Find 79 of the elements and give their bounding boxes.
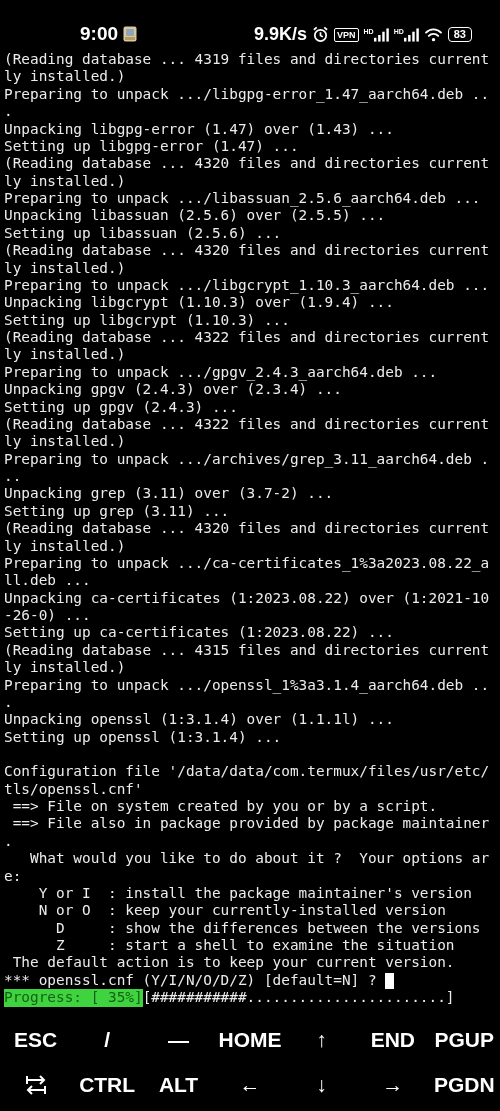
terminal-line: Setting up openssl (1:3.1.4) ... [4,728,283,746]
terminal-line: ly installed.) [4,172,127,190]
terminal-line: . [4,832,14,851]
terminal-line: Unpacking libgpg-error (1.47) over (1.43) ... [4,120,395,138]
terminal-line: Preparing to unpack .../archives/grep_3.11_aarch64.deb . [4,450,491,468]
extra-key[interactable]: END [357,1017,429,1062]
terminal-line: Unpacking ca-certificates (1:2023.08.22) over (1:2021-10 [4,589,491,607]
extra-key[interactable]: / [71,1017,143,1062]
terminal-line: ly installed.) [4,346,127,364]
extra-key[interactable]: ESC [0,1017,72,1062]
extra-key[interactable]: HOME [214,1017,286,1062]
terminal-line: (Reading database ... 4320 files and directories current [4,242,491,260]
terminal-line: Unpacking openssl (1:3.1.4) over (1.1.1l) ... [4,711,395,729]
terminal-line: ==> File on system created by you or by a script. [11,798,439,816]
terminal-line: ly installed.) [4,537,127,555]
extra-key[interactable]: CTRL [71,1062,143,1107]
network-speed: 9.9K/s [253,24,307,45]
terminal-line: (Reading database ... 4320 files and directories current [4,155,491,173]
terminal-line: (Reading database ... 4322 files and directories current [4,329,491,347]
app-notification-icon [123,26,138,42]
terminal-line: D : show the differences between the versions [54,919,482,938]
terminal-line: The default action is to keep your current version. [11,954,456,972]
terminal-line: tls/openssl.cnf' [4,780,144,799]
terminal-line: Setting up libassuan (2.5.6) ... [4,224,283,243]
terminal-line: . [4,103,14,121]
extra-key[interactable]: PGDN [428,1062,500,1107]
terminal-line: (Reading database ... 4322 files and directories current [4,415,491,434]
terminal-line: Preparing to unpack .../libgcrypt_1.10.3_aarch64.deb ... [4,276,491,295]
terminal-line: . [4,693,14,712]
alarm-icon [312,26,329,43]
terminal-line: (Reading database ... 4320 files and directories current [4,520,491,538]
progress-label: Progress: [ 35%] [4,989,143,1007]
terminal-line: Unpacking gpgv (2.4.3) over (2.3.4) ... [4,381,343,399]
text-cursor [385,972,395,989]
terminal-line: Setting up libgpg-error (1.47) ... [4,137,300,156]
terminal-line: (Reading database ... 4319 files and directories current [4,51,491,69]
terminal-line: ly installed.) [4,68,127,86]
terminal-line: -26-0) ... [4,607,92,625]
extra-key[interactable]: ← [214,1062,286,1107]
terminal-line: Setting up grep (3.11) ... [4,502,231,521]
terminal-line: ly installed.) [4,659,127,677]
signal-icon [403,27,419,42]
terminal-line: .. [4,468,23,486]
signal-icon [373,27,389,42]
status-time: 9:00 [80,23,119,45]
vpn-badge: VPN [334,27,359,42]
terminal-line: Preparing to unpack .../libgpg-error_1.47_aarch64.deb .. [4,85,491,104]
extra-key[interactable]: → [357,1062,429,1107]
extra-key[interactable]: PGUP [428,1017,500,1062]
terminal-line: Preparing to unpack .../ca-certificates_1%3a2023.08.22_a [4,554,491,573]
extra-key[interactable]: ↑ [285,1017,358,1062]
terminal-line: (Reading database ... 4315 files and directories current [4,641,491,660]
terminal-line: Z : start a shell to examine the situation [54,937,456,955]
terminal-line: Unpacking libassuan (2.5.6) over (2.5.5) ... [4,207,387,225]
wifi-icon [423,27,443,42]
terminal-line: Preparing to unpack .../openssl_1%3a3.1.4_aarch64.deb .. [4,676,491,694]
terminal-line: Unpacking grep (3.11) over (3.7-2) ... [4,485,335,503]
terminal-line: Configuration file '/data/data/com.termux/files/usr/etc/ [4,763,491,781]
terminal-line: ==> File also in package provided by package maintainer [11,815,491,833]
prompt-line: *** openssl.cnf (Y/I/N/O/D/Z) [default=N] ? [4,971,378,990]
terminal-line: Unpacking libgcrypt (1.10.3) over (1.9.4) ... [4,294,395,312]
terminal-line: Preparing to unpack .../libassuan_2.5.6_aarch64.deb ... [4,190,482,208]
terminal-line: Setting up libgcrypt (1.10.3) ... [4,311,291,329]
terminal-line: Setting up gpgv (2.4.3) ... [4,398,239,416]
extra-key[interactable]: — [142,1017,215,1062]
progress-bar-text: [###########.......................] [142,989,455,1007]
terminal-line: What would you like to do about it ? Your options ar [29,850,491,868]
tab-icon [23,1072,48,1097]
extra-key[interactable]: ↓ [285,1062,358,1107]
terminal-line: Setting up ca-certificates (1:2023.08.22) ... [4,624,395,642]
terminal-line: ly installed.) [4,259,127,277]
terminal-line: N or O : keep your currently-installed version [37,902,447,920]
terminal-line: Y or I : install the package maintainer's version [37,885,473,903]
terminal-line: ll.deb ... [4,572,92,590]
extra-key[interactable]: ALT [142,1062,215,1107]
terminal-line: ly installed.) [4,433,127,451]
terminal-line: e: [4,867,23,885]
battery-indicator: 83 [447,27,472,42]
terminal-line: Preparing to unpack .../gpgv_2.4.3_aarch64.deb ... [4,363,439,382]
